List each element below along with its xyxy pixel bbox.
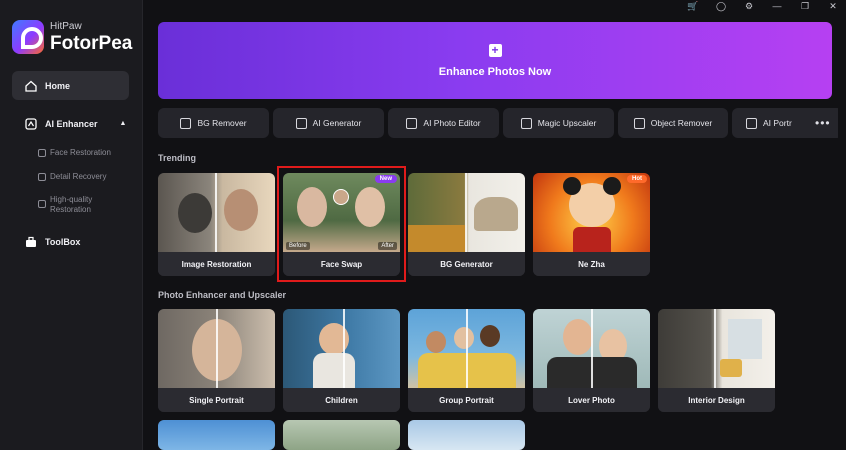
toolbox-icon — [24, 235, 37, 248]
card-partial[interactable] — [158, 420, 275, 450]
tool-bg-remover[interactable]: BG Remover — [158, 108, 269, 138]
card-label: Ne Zha — [533, 252, 650, 276]
card-ne-zha[interactable]: Hot Ne Zha — [533, 173, 650, 276]
card-group-portrait[interactable]: Group Portrait — [408, 309, 525, 412]
sidebar-item-home[interactable]: Home — [12, 71, 129, 100]
tool-ai-photo-editor[interactable]: AI Photo Editor — [388, 108, 499, 138]
card-thumbnail — [533, 309, 650, 388]
window-controls: 🛒 ◯ ⚙ — ❐ ✕ — [686, 0, 840, 12]
card-thumbnail — [283, 309, 400, 388]
card-partial[interactable] — [283, 420, 400, 450]
eraser-icon — [633, 117, 645, 129]
ai-generator-icon — [295, 117, 307, 129]
sidebar-subitem-high-quality-restoration[interactable]: High-quality Restoration — [38, 195, 108, 215]
card-thumbnail — [283, 420, 400, 450]
card-label: Image Restoration — [158, 252, 275, 276]
tool-shortcuts: BG Remover AI Generator AI Photo Editor … — [158, 108, 838, 138]
card-label: Group Portrait — [408, 388, 525, 412]
sidebar-item-ai-enhancer[interactable]: AI Enhancer ▲ — [12, 109, 129, 138]
hot-badge: Hot — [627, 175, 647, 183]
more-icon[interactable]: ••• — [815, 116, 831, 130]
subitem-label: High-quality Restoration — [50, 195, 93, 214]
tool-label: AI Portr — [763, 118, 792, 128]
card-thumbnail — [158, 420, 275, 450]
card-children[interactable]: Children — [283, 309, 400, 412]
card-partial[interactable] — [408, 420, 525, 450]
portrait-icon — [746, 117, 757, 129]
card-thumbnail — [408, 173, 525, 252]
sidebar: HitPaw FotorPea Home AI Enhancer ▲ Face … — [0, 0, 143, 450]
card-label: BG Generator — [408, 252, 525, 276]
enhance-icon — [24, 117, 37, 130]
upscaler-icon — [520, 117, 532, 129]
card-thumbnail — [408, 420, 525, 450]
card-single-portrait[interactable]: Single Portrait — [158, 309, 275, 412]
restore-icon — [38, 200, 46, 208]
account-icon[interactable]: ◯ — [714, 1, 728, 12]
sidebar-subitem-face-restoration[interactable]: Face Restoration — [38, 148, 111, 158]
tool-label: AI Generator — [312, 118, 362, 128]
chevron-up-icon[interactable]: ▲ — [120, 120, 127, 127]
selection-highlight — [277, 166, 406, 282]
close-icon[interactable]: ✕ — [826, 1, 840, 12]
card-bg-generator[interactable]: BG Generator — [408, 173, 525, 276]
section-title-trending: Trending — [158, 153, 196, 163]
card-thumbnail: Hot — [533, 173, 650, 252]
card-lover-photo[interactable]: Lover Photo — [533, 309, 650, 412]
banner-label: Enhance Photos Now — [438, 65, 552, 78]
tool-label: BG Remover — [197, 118, 247, 128]
photo-editor-icon — [406, 117, 418, 129]
tool-label: Magic Upscaler — [537, 118, 597, 128]
restore-icon[interactable]: ❐ — [798, 1, 812, 12]
sidebar-item-toolbox[interactable]: ToolBox — [12, 227, 129, 256]
plus-icon: + — [488, 43, 502, 57]
tool-label: AI Photo Editor — [423, 118, 481, 128]
tool-ai-generator[interactable]: AI Generator — [273, 108, 384, 138]
sidebar-subitem-detail-recovery[interactable]: Detail Recovery — [38, 172, 106, 182]
card-label: Interior Design — [658, 388, 775, 412]
bg-remover-icon — [180, 117, 192, 129]
card-thumbnail — [158, 309, 275, 388]
card-image-restoration[interactable]: Image Restoration — [158, 173, 275, 276]
tool-label: Object Remover — [650, 118, 713, 128]
card-label: Single Portrait — [158, 388, 275, 412]
face-icon — [38, 149, 46, 157]
settings-icon[interactable]: ⚙ — [742, 1, 756, 12]
image-icon — [38, 173, 46, 181]
section-title-enhancer: Photo Enhancer and Upscaler — [158, 290, 287, 300]
card-interior-design[interactable]: Interior Design — [658, 309, 775, 412]
minimize-icon[interactable]: — — [770, 1, 784, 11]
brand-name: FotorPea — [50, 32, 133, 54]
subitem-label: Face Restoration — [50, 148, 111, 157]
tool-magic-upscaler[interactable]: Magic Upscaler — [503, 108, 614, 138]
app-logo-icon — [12, 20, 44, 54]
enhance-photos-banner[interactable]: + Enhance Photos Now — [158, 22, 832, 99]
home-icon — [24, 79, 37, 92]
card-thumbnail — [158, 173, 275, 252]
sidebar-item-label: ToolBox — [45, 236, 81, 247]
card-thumbnail — [408, 309, 525, 388]
cart-icon[interactable]: 🛒 — [686, 1, 700, 12]
card-label: Lover Photo — [533, 388, 650, 412]
sidebar-item-label: AI Enhancer — [45, 118, 98, 129]
brand-small: HitPaw — [50, 20, 82, 32]
tool-object-remover[interactable]: Object Remover — [618, 108, 728, 138]
subitem-label: Detail Recovery — [50, 172, 107, 181]
card-label: Children — [283, 388, 400, 412]
card-thumbnail — [658, 309, 775, 388]
sidebar-item-label: Home — [45, 80, 71, 91]
app-logo: HitPaw FotorPea — [12, 20, 132, 54]
